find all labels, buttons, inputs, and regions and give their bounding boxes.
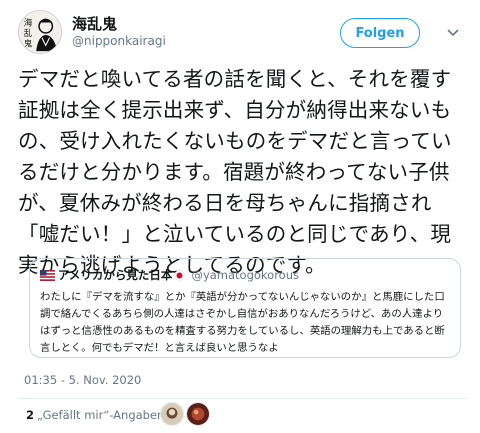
svg-text:海: 海 <box>24 16 33 28</box>
quoted-handle[interactable]: @yamatogokorous <box>191 268 299 282</box>
divider <box>18 398 468 399</box>
svg-text:鬼: 鬼 <box>24 37 33 49</box>
quoted-tweet-text: わたしに『デマを流すな』とか『英語が分かってないんじゃないのか』と馬鹿にした口調… <box>40 291 445 354</box>
liker-avatar-icon <box>161 403 183 425</box>
liker-avatar[interactable] <box>186 402 210 426</box>
quoted-display-name[interactable]: アメリカから見た日本 <box>58 267 172 283</box>
tweet-text: デマだと喚いてる者の話を聞くと、それを覆す証拠は全く提示出来ず、自分が納得出来な… <box>18 67 452 277</box>
ink-portrait-avatar-icon: 海 乱 鬼 <box>19 11 61 53</box>
quoted-tweet-header: アメリカから見た日本 @yamatogokorous <box>40 267 450 283</box>
quoted-tweet[interactable]: アメリカから見た日本 @yamatogokorous わたしに『デマを流すな』と… <box>29 258 461 358</box>
chevron-down-icon <box>447 29 459 37</box>
us-flag-icon <box>40 269 55 281</box>
liker-avatar[interactable] <box>160 402 184 426</box>
user-avatar[interactable]: 海 乱 鬼 <box>18 10 62 54</box>
tweet-timestamp[interactable]: 01:35 - 5. Nov. 2020 <box>24 373 141 387</box>
more-options-button[interactable] <box>442 22 464 44</box>
japan-flag-icon <box>174 269 186 281</box>
tweet-header: 海 乱 鬼 海乱鬼 @nipponkairagi Folgen <box>18 10 470 54</box>
likes-summary[interactable]: 2 „Gefällt mir“-Angaben <box>26 408 164 422</box>
follow-button[interactable]: Folgen <box>340 18 420 48</box>
user-display-name[interactable]: 海乱鬼 <box>72 13 117 34</box>
user-handle[interactable]: @nipponkairagi <box>72 34 166 48</box>
likes-count: 2 <box>26 408 35 422</box>
likes-label: „Gefällt mir“-Angaben <box>37 408 165 422</box>
svg-text:乱: 乱 <box>24 28 33 39</box>
liker-avatar-icon <box>187 403 209 425</box>
